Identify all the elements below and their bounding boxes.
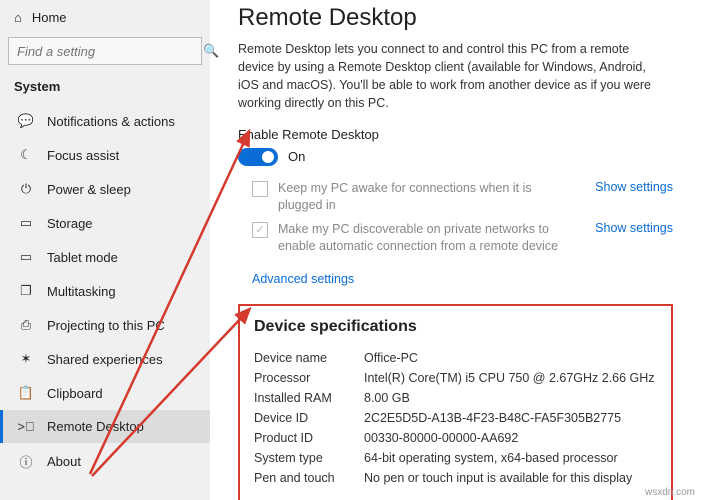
sidebar-item-power-sleep[interactable]: ⏻ Power & sleep <box>0 172 210 206</box>
nav-icon: ⓘ <box>17 452 35 471</box>
main-content: Remote Desktop Remote Desktop lets you c… <box>210 0 701 500</box>
toggle-state-text: On <box>288 149 305 164</box>
sidebar-item-tablet-mode[interactable]: ▭ Tablet mode <box>0 240 210 274</box>
enable-remote-desktop-toggle[interactable] <box>238 148 278 166</box>
show-settings-link-2[interactable]: Show settings <box>595 221 673 235</box>
option-keep-awake: Keep my PC awake for connections when it… <box>238 180 673 215</box>
spec-value: 64-bit operating system, x64-based proce… <box>364 451 657 465</box>
nav-icon: 📋 <box>17 385 35 401</box>
spec-key: Device name <box>254 351 364 365</box>
keep-awake-checkbox[interactable] <box>252 181 268 197</box>
nav-label: Projecting to this PC <box>47 318 196 333</box>
spec-key: Product ID <box>254 431 364 445</box>
spec-value: Office-PC <box>364 351 657 365</box>
home-link[interactable]: ⌂ Home <box>0 6 210 37</box>
nav-icon: ⏻ <box>17 181 35 197</box>
enable-remote-desktop-label: Enable Remote Desktop <box>238 127 673 142</box>
spec-key: Pen and touch <box>254 471 364 485</box>
sidebar: ⌂ Home 🔍 System 💬 Notifications & actions… <box>0 0 210 500</box>
nav-label: Storage <box>47 216 196 231</box>
enable-remote-desktop-toggle-row: On <box>238 148 673 166</box>
watermark: wsxdn.com <box>645 487 695 498</box>
spec-key: Processor <box>254 371 364 385</box>
device-specifications-title: Device specifications <box>254 318 657 336</box>
page-title: Remote Desktop <box>238 4 673 32</box>
nav-icon: ▭ <box>17 215 35 231</box>
discoverable-label: Make my PC discoverable on private netwo… <box>278 221 569 256</box>
nav-icon: ✶ <box>17 351 35 367</box>
advanced-settings-link[interactable]: Advanced settings <box>238 272 354 286</box>
nav-label: Notifications & actions <box>47 114 196 129</box>
show-settings-link-1[interactable]: Show settings <box>595 180 673 194</box>
spec-value: No pen or touch input is available for t… <box>364 471 657 485</box>
search-input[interactable] <box>9 44 203 59</box>
spec-key: System type <box>254 451 364 465</box>
page-description: Remote Desktop lets you connect to and c… <box>238 40 658 113</box>
sidebar-item-projecting-to-this-pc[interactable]: ⎙ Projecting to this PC <box>0 308 210 342</box>
nav-list: 💬 Notifications & actions ☾ Focus assist ⏻ Po… <box>0 104 210 500</box>
sidebar-item-about[interactable]: ⓘ About <box>0 443 210 480</box>
device-specifications-box: Device specifications Device nameOffice-… <box>238 304 673 500</box>
nav-label: Remote Desktop <box>47 419 196 434</box>
option-discoverable: ✓ Make my PC discoverable on private net… <box>238 221 673 256</box>
spec-value: 00330-80000-00000-AA692 <box>364 431 657 445</box>
sidebar-item-storage[interactable]: ▭ Storage <box>0 206 210 240</box>
device-specifications-table: Device nameOffice-PCProcessorIntel(R) Co… <box>254 348 657 488</box>
section-title: System <box>0 75 210 104</box>
discoverable-checkbox[interactable]: ✓ <box>252 222 268 238</box>
sidebar-item-multitasking[interactable]: ❐ Multitasking <box>0 274 210 308</box>
spec-row: Device ID2C2E5D5D-A13B-4F23-B48C-FA5F305… <box>254 408 657 428</box>
spec-row: Product ID00330-80000-00000-AA692 <box>254 428 657 448</box>
spec-key: Device ID <box>254 411 364 425</box>
nav-label: About <box>47 454 196 469</box>
spec-row: System type64-bit operating system, x64-… <box>254 448 657 468</box>
spec-row: Pen and touchNo pen or touch input is av… <box>254 468 657 488</box>
spec-row: ProcessorIntel(R) Core(TM) i5 CPU 750 @ … <box>254 368 657 388</box>
app-root: ⌂ Home 🔍 System 💬 Notifications & actions… <box>0 0 701 500</box>
spec-row: Installed RAM8.00 GB <box>254 388 657 408</box>
keep-awake-label: Keep my PC awake for connections when it… <box>278 180 569 215</box>
spec-value: 8.00 GB <box>364 391 657 405</box>
nav-icon: ▭ <box>17 249 35 265</box>
nav-icon: >⃞ <box>17 419 35 434</box>
nav-label: Power & sleep <box>47 182 196 197</box>
sidebar-item-clipboard[interactable]: 📋 Clipboard <box>0 376 210 410</box>
spec-key: Installed RAM <box>254 391 364 405</box>
nav-label: Multitasking <box>47 284 196 299</box>
sidebar-item-focus-assist[interactable]: ☾ Focus assist <box>0 138 210 172</box>
nav-icon: ❐ <box>17 283 35 299</box>
spec-value: Intel(R) Core(TM) i5 CPU 750 @ 2.67GHz 2… <box>364 371 657 385</box>
nav-label: Shared experiences <box>47 352 196 367</box>
nav-label: Tablet mode <box>47 250 196 265</box>
nav-label: Focus assist <box>47 148 196 163</box>
sidebar-item-remote-desktop[interactable]: >⃞ Remote Desktop <box>0 410 210 443</box>
home-icon: ⌂ <box>14 10 22 25</box>
nav-icon: ☾ <box>17 147 35 163</box>
sidebar-item-notifications-actions[interactable]: 💬 Notifications & actions <box>0 104 210 138</box>
sidebar-item-shared-experiences[interactable]: ✶ Shared experiences <box>0 342 210 376</box>
spec-value: 2C2E5D5D-A13B-4F23-B48C-FA5F305B2775 <box>364 411 657 425</box>
search-box[interactable]: 🔍 <box>8 37 202 65</box>
nav-label: Clipboard <box>47 386 196 401</box>
nav-icon: ⎙ <box>17 317 35 333</box>
home-label: Home <box>32 10 67 25</box>
nav-icon: 💬 <box>17 113 35 129</box>
spec-row: Device nameOffice-PC <box>254 348 657 368</box>
